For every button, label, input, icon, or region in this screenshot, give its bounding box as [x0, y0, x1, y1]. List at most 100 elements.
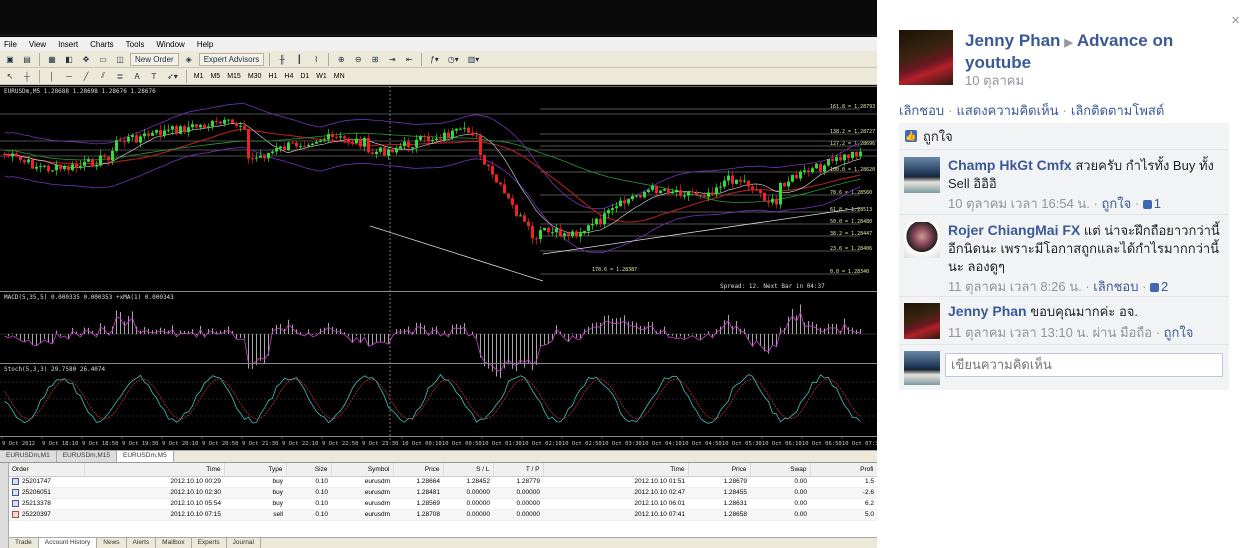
tab-alerts[interactable]: Alerts	[127, 538, 157, 548]
market-watch-icon[interactable]: ▦	[45, 53, 59, 66]
periods-icon[interactable]: ◷▾	[445, 53, 462, 66]
unfollow-post-link[interactable]: เลิกติดตามโพสต์	[1071, 103, 1164, 118]
comment-time[interactable]: 11 ตุลาคม เวลา 13:10 น. ผ่าน มือถือ	[948, 325, 1152, 340]
expert-advisors-button[interactable]: Expert Advisors	[198, 52, 265, 66]
author-avatar[interactable]	[899, 30, 953, 85]
timeframe-m1[interactable]: M1	[192, 73, 206, 80]
profiles-icon[interactable]: ▤	[20, 53, 34, 66]
table-row[interactable]: 25201747 2012.10.10 00:29 buy 0.10 eurusdm 1.…	[9, 476, 877, 488]
metaeditor-icon[interactable]: ◈	[182, 53, 196, 66]
tab-experts[interactable]: Experts	[192, 538, 227, 548]
navigator-icon[interactable]: ✥	[79, 53, 93, 66]
zoom-out-icon[interactable]: ⊖	[351, 53, 365, 66]
column-header[interactable]: Type	[224, 463, 287, 477]
data-window-icon[interactable]: ◧	[62, 53, 76, 66]
column-header[interactable]: Time	[543, 463, 689, 477]
label-icon[interactable]: T	[147, 70, 161, 83]
autoscroll-icon[interactable]: ⇥	[385, 53, 399, 66]
fibonacci-icon[interactable]: ≣	[113, 70, 127, 83]
menu-view[interactable]: View	[29, 40, 46, 49]
indicators-icon[interactable]: ƒ▾	[427, 53, 441, 66]
crosshair-icon[interactable]: ┼	[20, 70, 34, 83]
arrows-icon[interactable]: ➶▾	[164, 70, 181, 83]
terminal-icon[interactable]: ▭	[96, 53, 110, 66]
comment-like-count[interactable]: 2	[1150, 279, 1168, 294]
menu-insert[interactable]: Insert	[58, 40, 78, 49]
column-header[interactable]: Size	[286, 463, 332, 477]
chart-area[interactable]: EURUSDm,M5 1.28688 1.28698 1.28676 1.286…	[0, 86, 877, 450]
comment-link[interactable]: แสดงความคิดเห็น	[957, 103, 1059, 118]
chart-tab-m15[interactable]: EURUSDm,M15	[56, 451, 118, 462]
commenter-name[interactable]: Champ HkGt Cmfx	[948, 157, 1072, 173]
column-header[interactable]: T / P	[493, 463, 544, 477]
commenter-name[interactable]: Rojer ChiangMai FX	[948, 222, 1080, 238]
timeframe-m15[interactable]: M15	[225, 73, 243, 80]
new-order-button[interactable]: New Order	[130, 52, 179, 66]
close-icon[interactable]: ×	[1231, 12, 1240, 29]
timeframe-m30[interactable]: M30	[246, 73, 264, 80]
candle-body	[543, 227, 546, 231]
timeframe-w1[interactable]: W1	[314, 73, 329, 80]
comment-like-count[interactable]: 1	[1142, 196, 1161, 211]
commenter-avatar[interactable]	[904, 157, 940, 193]
tab-account-history[interactable]: Account History	[38, 538, 98, 548]
menu-tools[interactable]: Tools	[126, 40, 145, 49]
commenter-avatar[interactable]	[904, 222, 940, 258]
table-row[interactable]: 25220397 2012.10.10 07:15 sell 0.10 eurusdm 1…	[9, 509, 877, 521]
column-header[interactable]: S / L	[443, 463, 494, 477]
commenter-avatar[interactable]	[904, 303, 940, 339]
column-header[interactable]: Symbol	[331, 463, 394, 477]
column-header[interactable]: Price	[688, 463, 751, 477]
tile-windows-icon[interactable]: ⊞	[368, 53, 382, 66]
chart-shift-icon[interactable]: ⇤	[402, 53, 416, 66]
cursor-icon[interactable]: ↖	[3, 70, 17, 83]
comment-like-link[interactable]: ถูกใจ	[1101, 196, 1131, 211]
new-chart-icon[interactable]: ▣	[3, 53, 17, 66]
likes-text[interactable]: ถูกใจ	[923, 126, 953, 147]
commenter-name[interactable]: Jenny Phan	[948, 303, 1027, 319]
strategy-tester-icon[interactable]: ◫	[113, 53, 127, 66]
chart-tab-m1[interactable]: EURUSDm,M1	[0, 451, 57, 462]
macd-header: MACD(5,35,5) 0.000335 0.000353 +xMA(1) 0…	[4, 294, 174, 301]
comment-time[interactable]: 11 ตุลาคม เวลา 8:26 น.	[948, 279, 1082, 294]
vertical-line-icon[interactable]: │	[45, 70, 59, 83]
timeframe-h1[interactable]: H1	[266, 73, 279, 80]
column-header[interactable]: Time	[84, 463, 225, 477]
post-date[interactable]: 10 ตุลาคม	[965, 70, 1024, 91]
candlestick-icon[interactable]: ┃	[292, 53, 306, 66]
comment-input[interactable]	[945, 353, 1223, 377]
tab-journal[interactable]: Journal	[227, 538, 261, 548]
text-icon[interactable]: A	[130, 70, 144, 83]
table-row[interactable]: 25213378 2012.10.10 05:54 buy 0.10 eurusdm 1.…	[9, 498, 877, 510]
timeframe-m5[interactable]: M5	[208, 73, 222, 80]
menu-window[interactable]: Window	[156, 40, 184, 49]
column-header[interactable]: Price	[393, 463, 444, 477]
menu-charts[interactable]: Charts	[90, 40, 114, 49]
column-header[interactable]: Swap	[750, 463, 811, 477]
column-header[interactable]: Order	[9, 463, 85, 477]
horizontal-line-icon[interactable]: ─	[62, 70, 76, 83]
trendline-icon[interactable]: ╱	[79, 70, 93, 83]
timeframe-d1[interactable]: D1	[298, 73, 311, 80]
menu-file[interactable]: File	[4, 40, 17, 49]
tab-news[interactable]: News	[97, 538, 127, 548]
comment-unlike-link[interactable]: เลิกชอบ	[1093, 279, 1138, 294]
zoom-in-icon[interactable]: ⊕	[334, 53, 348, 66]
bar-chart-icon[interactable]: ╫	[275, 53, 289, 66]
table-row[interactable]: 25206051 2012.10.10 02:30 buy 0.10 eurusdm 1.…	[9, 487, 877, 499]
tab-mailbox[interactable]: Mailbox	[156, 538, 192, 548]
menu-help[interactable]: Help	[197, 40, 213, 49]
timeframe-mn[interactable]: MN	[332, 73, 347, 80]
comment-time[interactable]: 10 ตุลาคม เวลา 16:54 น.	[948, 196, 1090, 211]
column-header[interactable]: Profi	[810, 463, 877, 477]
line-chart-icon[interactable]: ⌇	[309, 53, 323, 66]
price-chart-svg[interactable]: EURUSDm,M5 1.28688 1.28698 1.28676 1.286…	[0, 86, 877, 450]
author-name-link[interactable]: Jenny Phan	[965, 31, 1060, 50]
tab-trade[interactable]: Trade	[9, 538, 39, 548]
chart-tab-m5[interactable]: EURUSDm,M5	[117, 451, 174, 462]
unlike-link[interactable]: เลิกชอบ	[899, 103, 944, 118]
channel-icon[interactable]: ⫽	[96, 70, 110, 83]
templates-icon[interactable]: ▥▾	[465, 53, 483, 66]
timeframe-h4[interactable]: H4	[282, 73, 295, 80]
comment-like-link[interactable]: ถูกใจ	[1164, 325, 1194, 340]
